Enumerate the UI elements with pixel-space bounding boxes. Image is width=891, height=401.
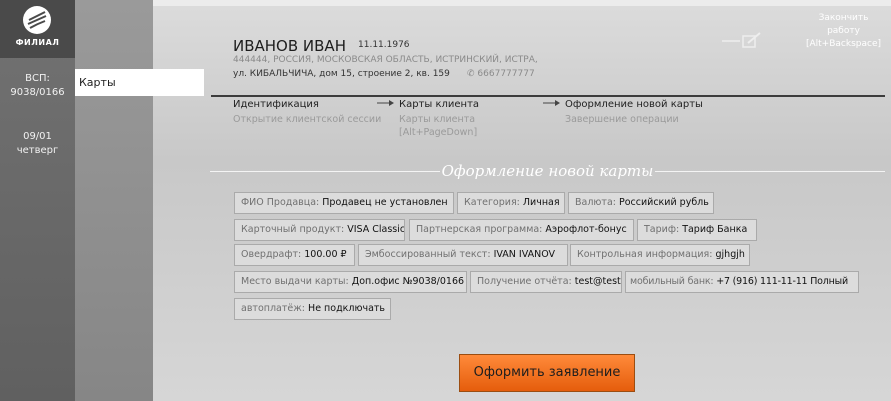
field-embossed-text: Эмбоссированный текст: IVAN IVANOV (358, 244, 568, 266)
field-tariff: Тариф: Тариф Банка (637, 219, 757, 241)
field-overdraft: Овердрафт: 100.00 ₽ (234, 244, 355, 266)
vsp-label: ВСП: (25, 73, 50, 84)
client-phone: ✆ 6667777777 (467, 69, 535, 79)
top-band (153, 0, 891, 6)
field-seller: ФИО Продавца: Продавец не установлен (234, 192, 454, 214)
step-client-cards-sub: Карты клиента (399, 114, 476, 125)
field-mobile-bank: мобильный банк: +7 (916) 111-11-11 Полны… (625, 271, 859, 293)
field-control-info: Контрольная информация: gjhgjh (570, 244, 750, 266)
logo: ФИЛИАЛ (0, 0, 75, 58)
logo-icon (23, 6, 51, 34)
finish-shortcut: [Alt+Backspace] (805, 39, 881, 49)
submit-application-button[interactable]: Оформить заявление (459, 354, 635, 392)
section-title-text: Оформление новой карты (441, 162, 654, 180)
field-report-delivery: Получение отчёта: test@test (470, 271, 622, 293)
arrow-right-icon (377, 100, 394, 106)
current-date: 09/01 (23, 131, 52, 142)
field-autopayment: автоплатёж: Не подключать (234, 298, 391, 320)
field-issue-place: Место выдачи карты: Доп.офис №9038/0166 (234, 271, 467, 293)
field-card-product: Карточный продукт: VISA Classic (234, 219, 405, 241)
arrow-right-icon (543, 100, 560, 106)
client-address-line1: 444444, РОССИЯ, МОСКОВСКАЯ ОБЛАСТЬ, ИСТР… (233, 55, 538, 65)
left-rail: ФИЛИАЛ ВСП: 9038/0166 09/01 четверг (0, 0, 75, 401)
client-address-line2: ул. КИБАЛЬЧИЧА, дом 15, строение 2, кв. … (233, 69, 450, 79)
vsp-code: 9038/0166 (10, 87, 65, 98)
finish-line1: Закончить (818, 13, 869, 23)
step-new-card-title: Оформление новой карты (565, 99, 703, 110)
step-identification-sub: Открытие клиентской сессии (233, 114, 382, 125)
menu-item-cards[interactable]: Карты (75, 69, 204, 96)
field-category: Категория: Личная (457, 192, 565, 214)
field-partner-program: Партнерская программа: Аэрофлот-бонус (409, 219, 634, 241)
finish-line2: работу (827, 26, 860, 36)
logo-text: ФИЛИАЛ (15, 38, 60, 47)
section-title: Оформление новой карты (210, 162, 885, 182)
client-dob: 11.11.1976 (358, 40, 410, 50)
side-menu (75, 0, 153, 401)
phone-number: 6667777777 (477, 69, 535, 79)
client-name: ИВАНОВ ИВАН (233, 37, 346, 55)
step-client-cards-title[interactable]: Карты клиента (399, 99, 479, 110)
phone-icon: ✆ (467, 69, 475, 79)
current-weekday: четверг (16, 145, 59, 156)
step-client-cards-shortcut: [Alt+PageDown] (399, 127, 478, 138)
header-separator (211, 95, 885, 97)
step-identification-title[interactable]: Идентификация (233, 99, 319, 110)
edit-icon[interactable] (722, 32, 764, 50)
field-currency: Валюта: Российский рубль (568, 192, 714, 214)
finish-work-button[interactable]: Закончить работу [Alt+Backspace] (796, 12, 891, 51)
step-new-card-sub: Завершение операции (565, 114, 679, 125)
